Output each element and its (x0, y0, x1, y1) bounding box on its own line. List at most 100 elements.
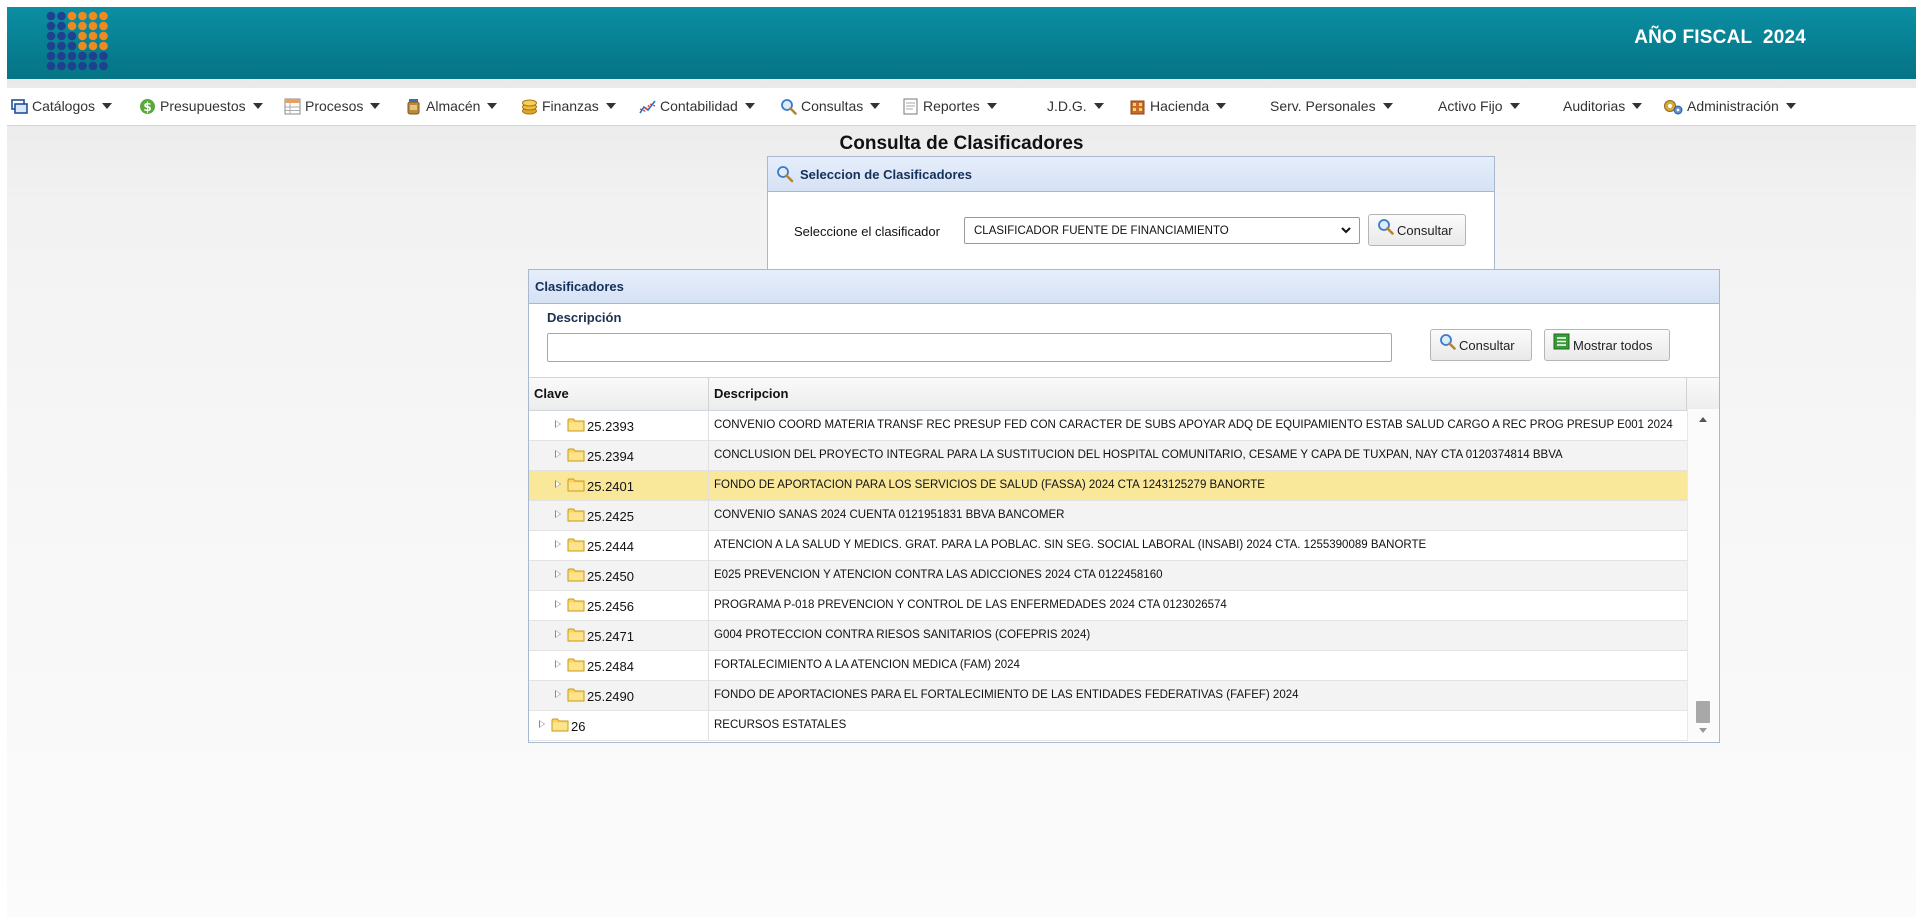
gears-icon (1663, 98, 1683, 115)
magnifier-icon (1439, 333, 1456, 350)
expand-arrow-icon[interactable] (555, 660, 561, 668)
coins-icon (521, 98, 538, 115)
main-menu-bar: Catálogos $ Presupuestos Procesos Almacé… (7, 88, 1916, 126)
consultar-descripcion-button[interactable]: Consultar (1430, 329, 1532, 361)
row-clave: 25.2401 (587, 479, 634, 494)
caret-down-icon (252, 103, 263, 109)
expand-arrow-icon[interactable] (555, 420, 561, 428)
scroll-down-icon[interactable] (1699, 728, 1707, 733)
expand-arrow-icon[interactable] (555, 510, 561, 518)
row-clave: 25.2471 (587, 629, 634, 644)
expand-arrow-icon[interactable] (555, 570, 561, 578)
expand-arrow-icon[interactable] (555, 600, 561, 608)
scrollbar-thumb[interactable] (1696, 701, 1710, 723)
row-clave: 25.2394 (587, 449, 634, 464)
tree-row[interactable]: 25.2484 FORTALECIMIENTO A LA ATENCION MED… (529, 651, 1687, 681)
row-clave: 25.2484 (587, 659, 634, 674)
caret-down-icon (605, 103, 616, 109)
caret-down-icon (487, 103, 498, 109)
selector-panel-header: Seleccion de Clasificadores (768, 157, 1494, 192)
tree-row[interactable]: 25.2393 CONVENIO COORD MATERIA TRANSF REC… (529, 411, 1687, 441)
menu-serv-personales[interactable]: Serv. Personales (1270, 97, 1393, 115)
row-descripcion: FORTALECIMIENTO A LA ATENCION MEDICA (FA… (714, 659, 1020, 671)
menu-hacienda[interactable]: Hacienda (1129, 97, 1227, 115)
menu-contabilidad[interactable]: Contabilidad (639, 97, 755, 115)
caret-down-icon (986, 103, 997, 109)
row-descripcion: G004 PROTECCION CONTRA RIESOS SANITARIOS… (714, 629, 1091, 641)
classifiers-panel-header: Clasificadores (529, 270, 1719, 304)
column-header-clave[interactable]: Clave (534, 386, 569, 401)
row-clave: 25.2444 (587, 539, 634, 554)
row-descripcion: CONVENIO SANAS 2024 CUENTA 0121951831 BB… (714, 509, 1065, 521)
tree-row[interactable]: 26 RECURSOS ESTATALES (529, 711, 1687, 741)
menu-jdg[interactable]: J.D.G. (1047, 97, 1104, 115)
fiscal-year-label: AÑO FISCAL 2024 (1634, 27, 1806, 48)
folder-icon (567, 657, 585, 672)
menu-label: Contabilidad (660, 98, 738, 114)
menu-label: Activo Fijo (1438, 98, 1503, 114)
row-descripcion: RECURSOS ESTATALES (714, 719, 847, 731)
expand-arrow-icon[interactable] (555, 690, 561, 698)
caret-down-icon (870, 103, 881, 109)
jar-icon (405, 98, 422, 115)
classifier-select[interactable]: CLASIFICADOR FUENTE DE FINANCIAMIENTO (964, 217, 1360, 244)
tree-row[interactable]: 25.2425 CONVENIO SANAS 2024 CUENTA 012195… (529, 501, 1687, 531)
button-label: Consultar (1459, 337, 1515, 353)
caret-down-icon (1632, 103, 1643, 109)
folder-icon (567, 537, 585, 552)
menu-label: J.D.G. (1047, 98, 1087, 114)
menu-label: Consultas (801, 98, 864, 114)
column-header-descripcion[interactable]: Descripcion (714, 386, 788, 401)
magnifier-icon (780, 98, 797, 115)
folder-icon (567, 597, 585, 612)
expand-arrow-icon[interactable] (555, 480, 561, 488)
menu-label: Serv. Personales (1270, 98, 1376, 114)
scroll-up-icon[interactable] (1699, 417, 1707, 422)
menu-label: Catálogos (32, 98, 96, 114)
menu-reportes[interactable]: Reportes (902, 97, 997, 115)
expand-arrow-icon[interactable] (555, 450, 561, 458)
mostrar-todos-button[interactable]: Mostrar todos (1544, 329, 1670, 361)
expand-arrow-icon[interactable] (539, 720, 545, 728)
menu-finanzas[interactable]: Finanzas (521, 97, 616, 115)
tree-row[interactable]: 25.2471 G004 PROTECCION CONTRA RIESOS SAN… (529, 621, 1687, 651)
folder-icon (567, 567, 585, 582)
grid-header: Clave Descripcion (529, 377, 1719, 411)
tree-row[interactable]: 25.2490 FONDO DE APORTACIONES PARA EL FOR… (529, 681, 1687, 711)
menu-label: Hacienda (1150, 98, 1210, 114)
consultar-clasificador-button[interactable]: Consultar (1368, 214, 1466, 246)
row-clave: 25.2490 (587, 689, 634, 704)
svg-text:$: $ (143, 100, 151, 114)
row-clave: 25.2425 (587, 509, 634, 524)
menu-catalogos[interactable]: Catálogos (11, 97, 113, 115)
tree-row[interactable]: 25.2450 E025 PREVENCION Y ATENCION CONTRA… (529, 561, 1687, 591)
tree-row[interactable]: 25.2394 CONCLUSION DEL PROYECTO INTEGRAL … (529, 441, 1687, 471)
menu-administracion[interactable]: Administración (1663, 97, 1796, 115)
tree-row[interactable]: 25.2401 FONDO DE APORTACION PARA LOS SERV… (529, 471, 1687, 501)
menu-auditorias[interactable]: Auditorias (1563, 97, 1643, 115)
magnifier-icon (776, 165, 794, 183)
menu-consultas[interactable]: Consultas (780, 97, 881, 115)
menu-label: Reportes (923, 98, 980, 114)
expand-arrow-icon[interactable] (555, 630, 561, 638)
folder-icon (567, 687, 585, 702)
description-search-input[interactable] (547, 333, 1392, 362)
caret-down-icon (1382, 103, 1393, 109)
menu-activo-fijo[interactable]: Activo Fijo (1438, 97, 1520, 115)
tree-row[interactable]: 25.2444 ATENCION A LA SALUD Y MEDICS. GRA… (529, 531, 1687, 561)
menu-presupuestos[interactable]: $ Presupuestos (139, 97, 263, 115)
expand-arrow-icon[interactable] (555, 540, 561, 548)
window-icon (11, 98, 28, 115)
selector-panel-title: Seleccion de Clasificadores (800, 166, 972, 182)
vertical-scrollbar[interactable] (1687, 409, 1719, 741)
caret-down-icon (1093, 103, 1104, 109)
menu-almacen[interactable]: Almacén (405, 97, 498, 115)
row-descripcion: PROGRAMA P-018 PREVENCION Y CONTROL DE L… (714, 599, 1227, 611)
tree-row[interactable]: 25.2456 PROGRAMA P-018 PREVENCION Y CONTR… (529, 591, 1687, 621)
menu-label: Procesos (305, 98, 364, 114)
classifier-select-label: Seleccione el clasificador (794, 224, 940, 239)
menu-procesos[interactable]: Procesos (284, 97, 381, 115)
button-label: Consultar (1397, 222, 1453, 238)
caret-down-icon (1785, 103, 1796, 109)
app-frame: AÑO FISCAL 2024 Catálogos $ Presupuestos… (7, 7, 1916, 917)
